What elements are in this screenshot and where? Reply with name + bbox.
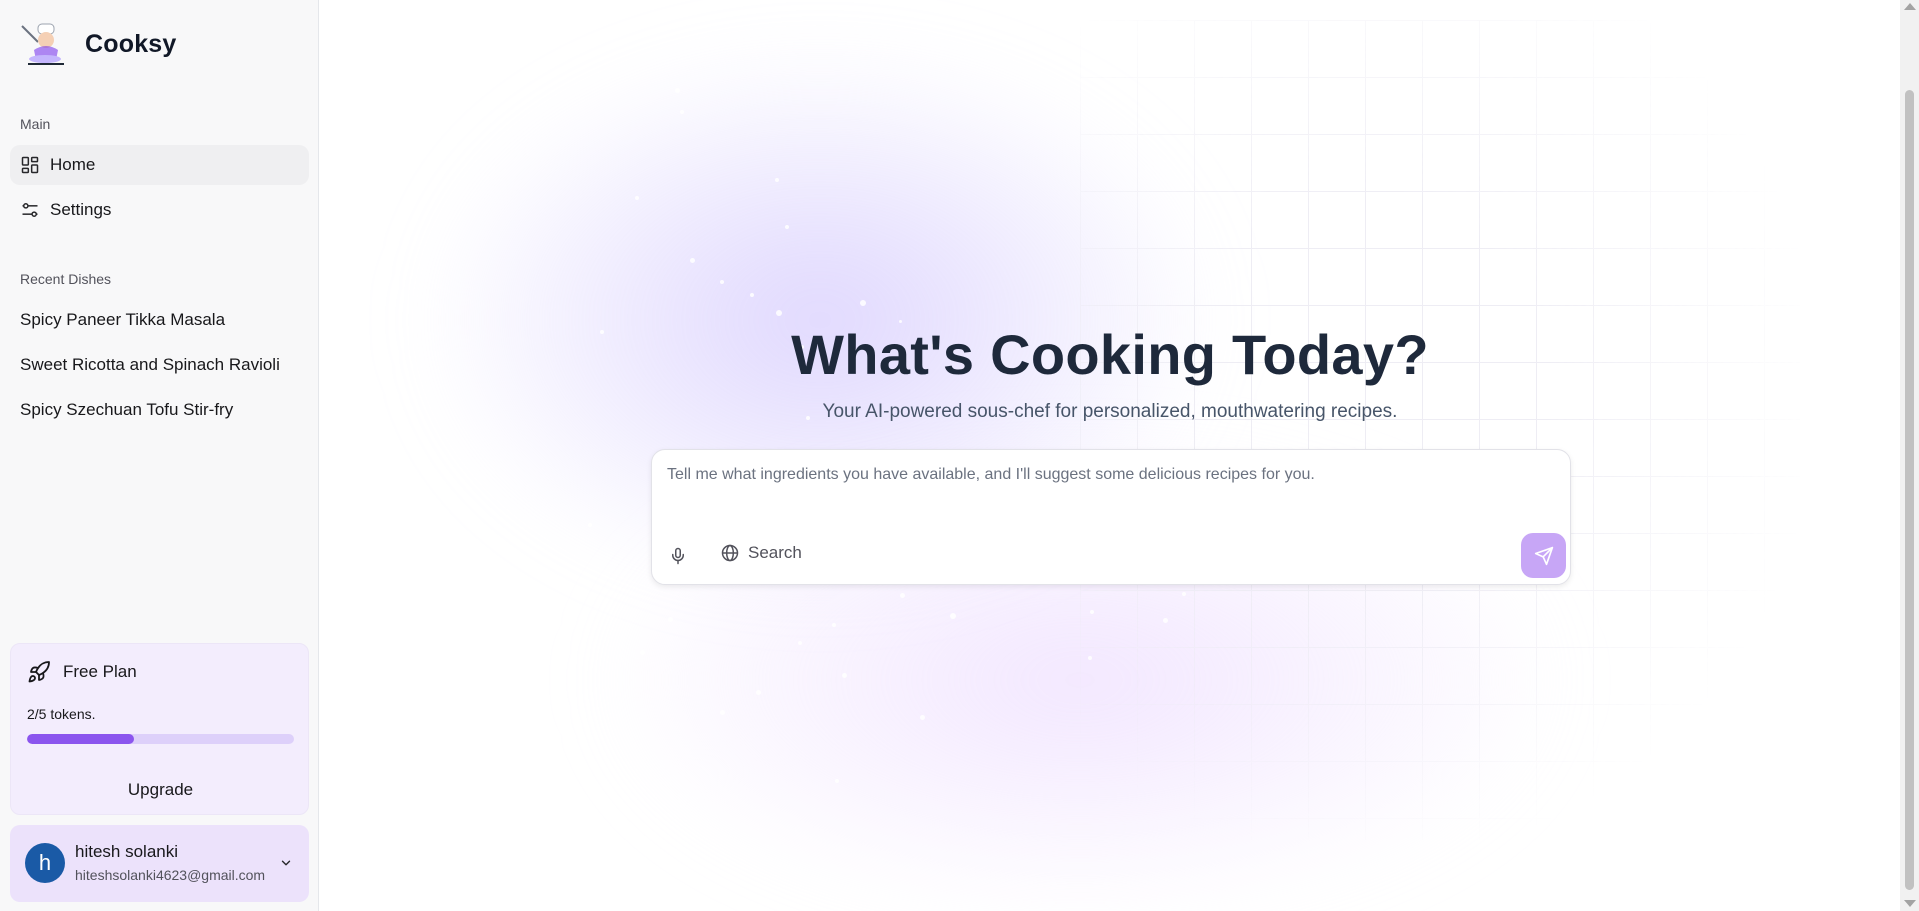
sidebar-item-label: Settings: [50, 200, 112, 219]
plan-header: Free Plan: [27, 660, 137, 684]
tokens-text: 2/5 tokens.: [27, 706, 96, 722]
web-search-toggle[interactable]: Search: [720, 543, 802, 563]
app-name: Cooksy: [85, 29, 177, 58]
sparkle-dot: [756, 690, 761, 695]
sparkle-dot: [1163, 618, 1168, 623]
prompt-composer: Search: [651, 449, 1571, 585]
sparkle-dot: [832, 623, 836, 627]
sparkle-dot: [776, 310, 782, 316]
sparkle-dot: [690, 258, 695, 263]
send-button[interactable]: [1521, 533, 1566, 578]
sidebar: Cooksy Main Home Settings Recent Dishes …: [0, 0, 319, 911]
ingredients-input[interactable]: [667, 466, 1547, 484]
sparkle-dot: [635, 196, 639, 200]
microphone-icon: [672, 547, 684, 565]
scroll-up-arrow[interactable]: [1904, 3, 1916, 10]
sparkle-dot: [1088, 656, 1092, 660]
section-label-recent: Recent Dishes: [20, 271, 112, 287]
sparkle-dot: [675, 88, 680, 93]
sparkle-dot: [720, 280, 724, 284]
upgrade-button[interactable]: Upgrade: [11, 772, 310, 808]
rocket-icon: [28, 661, 50, 683]
sidebar-item-label: Home: [50, 155, 96, 174]
vertical-scrollbar[interactable]: [1900, 0, 1919, 911]
user-name: hitesh solanki: [75, 842, 179, 861]
chef-mascot-icon: [20, 22, 70, 66]
sparkle-dot: [842, 673, 847, 678]
dashboard-icon: [21, 156, 39, 174]
background-grid: [1080, 20, 1800, 840]
plan-name: Free Plan: [63, 662, 137, 681]
recent-dish-item[interactable]: Spicy Szechuan Tofu Stir-fry: [20, 400, 233, 420]
tokens-progress-bar: [27, 734, 294, 744]
main-content: What's Cooking Today? Your AI-powered so…: [320, 0, 1900, 911]
recent-dish-item[interactable]: Sweet Ricotta and Spinach Ravioli: [20, 355, 280, 375]
section-label-main: Main: [20, 116, 51, 132]
sparkle-dot: [798, 641, 802, 645]
sparkle-dot: [860, 300, 866, 306]
chevron-down-icon[interactable]: [279, 856, 293, 870]
plan-card: Free Plan 2/5 tokens. Upgrade: [10, 643, 309, 815]
sparkle-dot: [1182, 592, 1186, 596]
sliders-icon: [22, 203, 38, 217]
logo[interactable]: Cooksy: [20, 22, 177, 66]
sparkle-dot: [835, 779, 839, 783]
sparkle-dot: [640, 650, 645, 655]
sparkle-dot: [668, 617, 673, 622]
search-label: Search: [748, 543, 802, 562]
sparkle-dot: [950, 613, 956, 619]
sparkle-dot: [900, 593, 905, 598]
globe-icon: [721, 544, 739, 562]
sparkle-dot: [775, 178, 779, 182]
hero-title: What's Cooking Today?: [791, 323, 1429, 386]
sparkle-dot: [785, 225, 789, 229]
user-menu[interactable]: h hitesh solanki hiteshsolanki4623@gmail…: [10, 825, 309, 902]
recent-dish-item[interactable]: Spicy Paneer Tikka Masala: [20, 310, 225, 330]
sparkle-dot: [1090, 610, 1094, 614]
avatar: h: [25, 843, 65, 883]
sparkle-dot: [750, 293, 754, 297]
scroll-thumb[interactable]: [1905, 90, 1914, 890]
microphone-button[interactable]: [666, 544, 690, 568]
send-icon: [1534, 546, 1553, 565]
user-email: hiteshsolanki4623@gmail.com: [75, 867, 266, 883]
tokens-progress-fill: [27, 734, 134, 744]
scroll-down-arrow[interactable]: [1904, 900, 1916, 907]
sidebar-item-settings[interactable]: Settings: [10, 190, 309, 230]
sparkle-dot: [920, 715, 925, 720]
sidebar-item-home[interactable]: Home: [10, 145, 309, 185]
sparkle-dot: [720, 710, 725, 715]
sparkle-dot: [680, 110, 684, 114]
sparkle-dot: [588, 523, 592, 527]
hero-subtitle: Your AI-powered sous-chef for personaliz…: [822, 401, 1398, 422]
